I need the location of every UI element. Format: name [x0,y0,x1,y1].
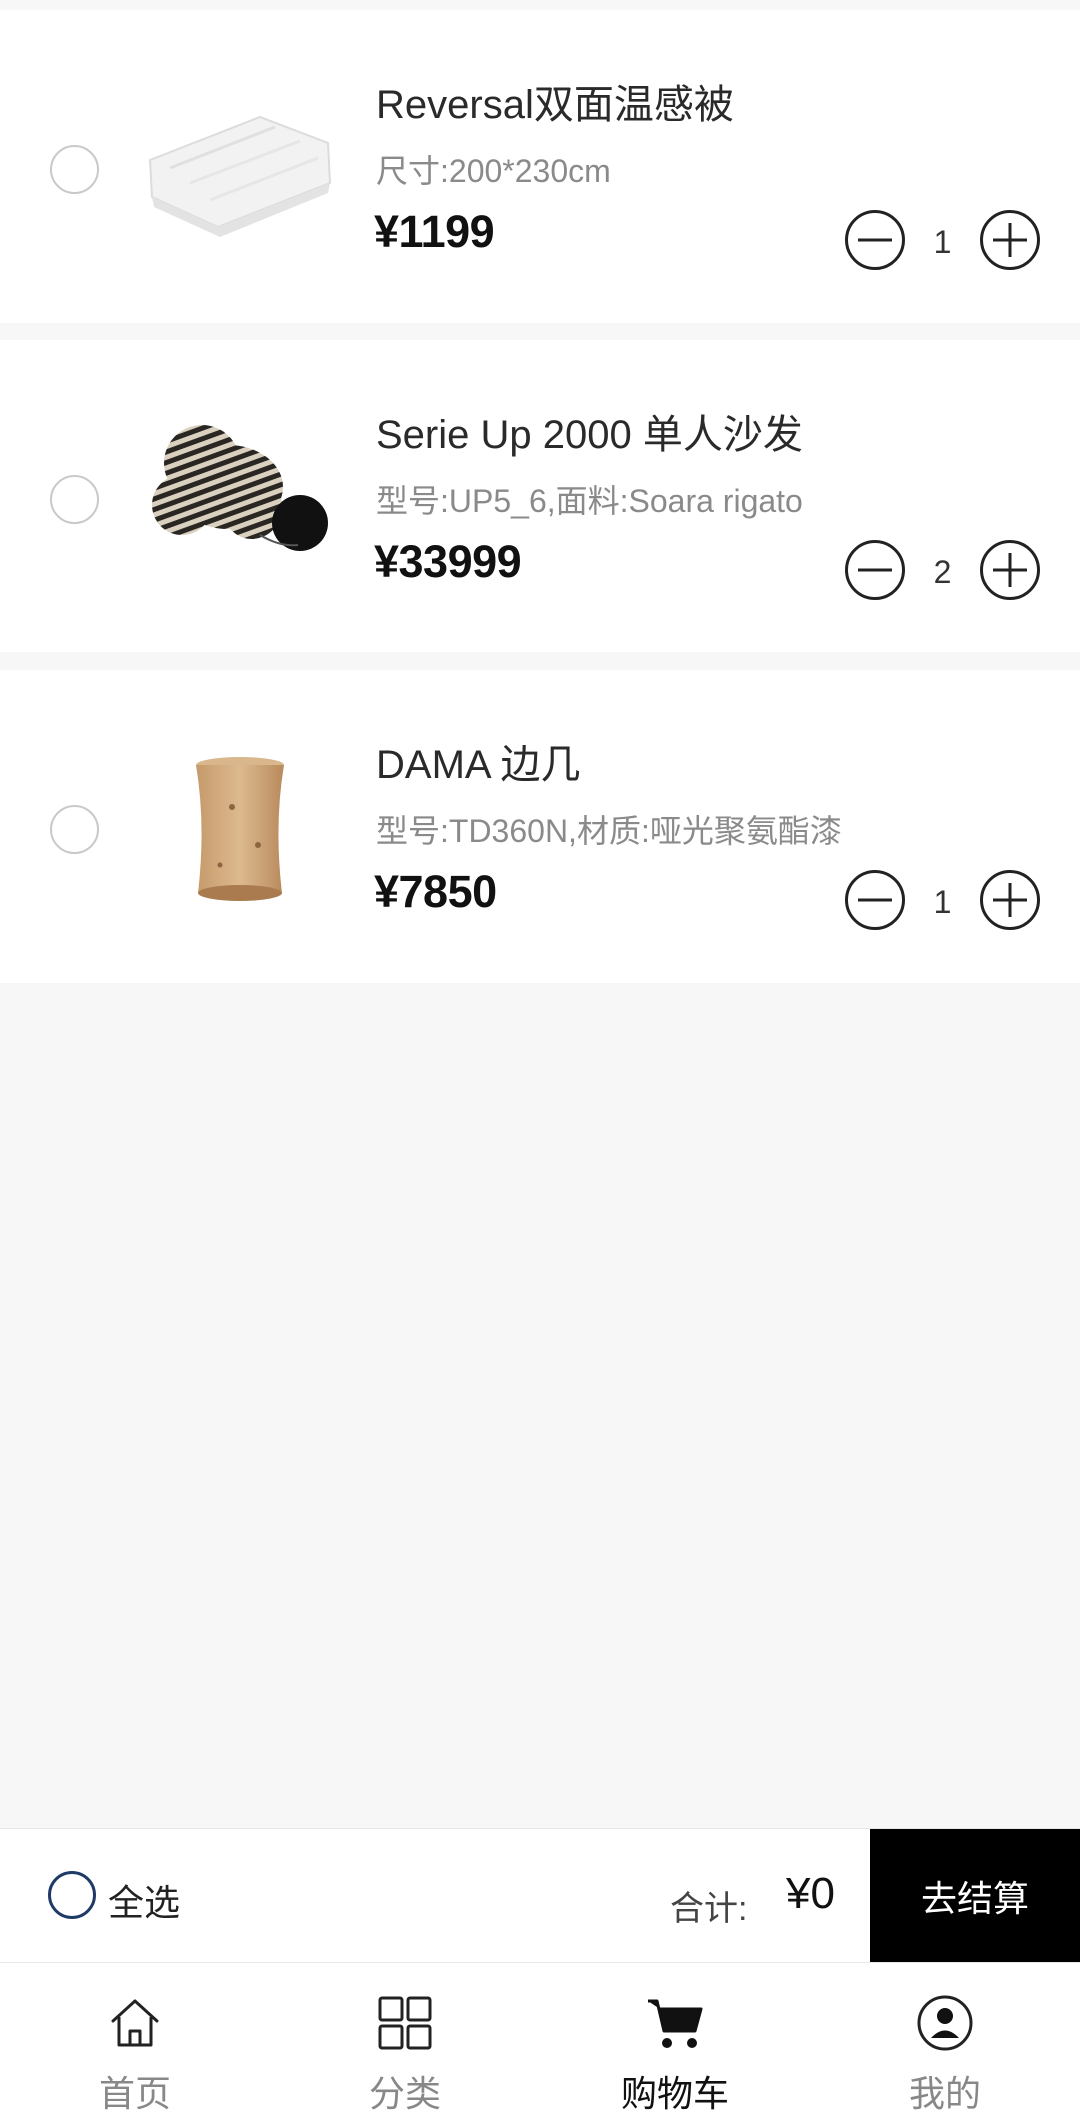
increase-quantity-button[interactable] [980,210,1040,270]
tab-label: 我的 [908,2073,981,2114]
cart-item: Reversal双面温感被 尺寸:200*230cm ¥1199 1 [0,10,1080,323]
tab-cart[interactable]: 购物车 [540,1963,810,2125]
decrease-quantity-button[interactable] [845,540,905,600]
category-grid-icon [375,1993,435,2053]
minus-icon [858,238,892,242]
quantity-value: 1 [933,884,952,920]
tab-bar: 首页 分类 购物车 我的 [0,1962,1080,2125]
item-spec: 型号:TD360N,材质:哑光聚氨酯漆 [376,813,842,849]
tab-label: 分类 [368,2073,441,2114]
checkout-button[interactable]: 去结算 [870,1829,1080,1963]
item-spec: 型号:UP5_6,面料:Soara rigato [376,483,803,519]
item-price: ¥7850 [374,866,497,917]
folded-duvet-image[interactable] [140,65,340,265]
tab-label: 首页 [98,2073,171,2114]
quantity-value: 1 [933,224,952,260]
user-icon [915,1993,975,2053]
cart-item: Serie Up 2000 单人沙发 型号:UP5_6,面料:Soara rig… [0,340,1080,652]
tab-label: 购物车 [620,2073,729,2114]
quantity-stepper: 1 [845,210,1040,274]
tab-category[interactable]: 分类 [270,1963,540,2125]
item-name[interactable]: Reversal双面温感被 [376,72,734,130]
quantity-value: 2 [933,554,952,590]
item-price: ¥1199 [374,206,495,257]
select-all-label[interactable]: 全选 [108,1874,180,1926]
decrease-quantity-button[interactable] [845,210,905,270]
cart-item: DAMA 边几 型号:TD360N,材质:哑光聚氨酯漆 ¥7850 1 [0,670,1080,983]
item-name[interactable]: Serie Up 2000 单人沙发 [376,402,803,460]
tab-mine[interactable]: 我的 [810,1963,1080,2125]
quantity-stepper: 2 [845,540,1040,604]
select-all-checkbox[interactable] [48,1871,96,1919]
item-select-checkbox[interactable] [50,805,99,854]
quantity-stepper: 1 [845,870,1040,934]
striped-armchair-image[interactable] [140,395,340,595]
increase-quantity-button[interactable] [980,540,1040,600]
item-spec: 尺寸:200*230cm [376,153,611,189]
item-price: ¥33999 [374,536,522,587]
item-select-checkbox[interactable] [50,145,99,194]
checkout-bar: 全选 合计: ¥0 去结算 [0,1828,1080,1963]
minus-icon [858,568,892,572]
home-icon [105,1993,165,2053]
tab-home[interactable]: 首页 [0,1963,270,2125]
item-name[interactable]: DAMA 边几 [376,732,580,790]
decrease-quantity-button[interactable] [845,870,905,930]
minus-icon [858,898,892,902]
total-value: ¥0 [786,1869,835,1918]
item-select-checkbox[interactable] [50,475,99,524]
increase-quantity-button[interactable] [980,870,1040,930]
total-label: 合计: [670,1890,748,1928]
cart-icon [645,1993,705,2053]
wooden-side-table-image[interactable] [140,725,340,925]
